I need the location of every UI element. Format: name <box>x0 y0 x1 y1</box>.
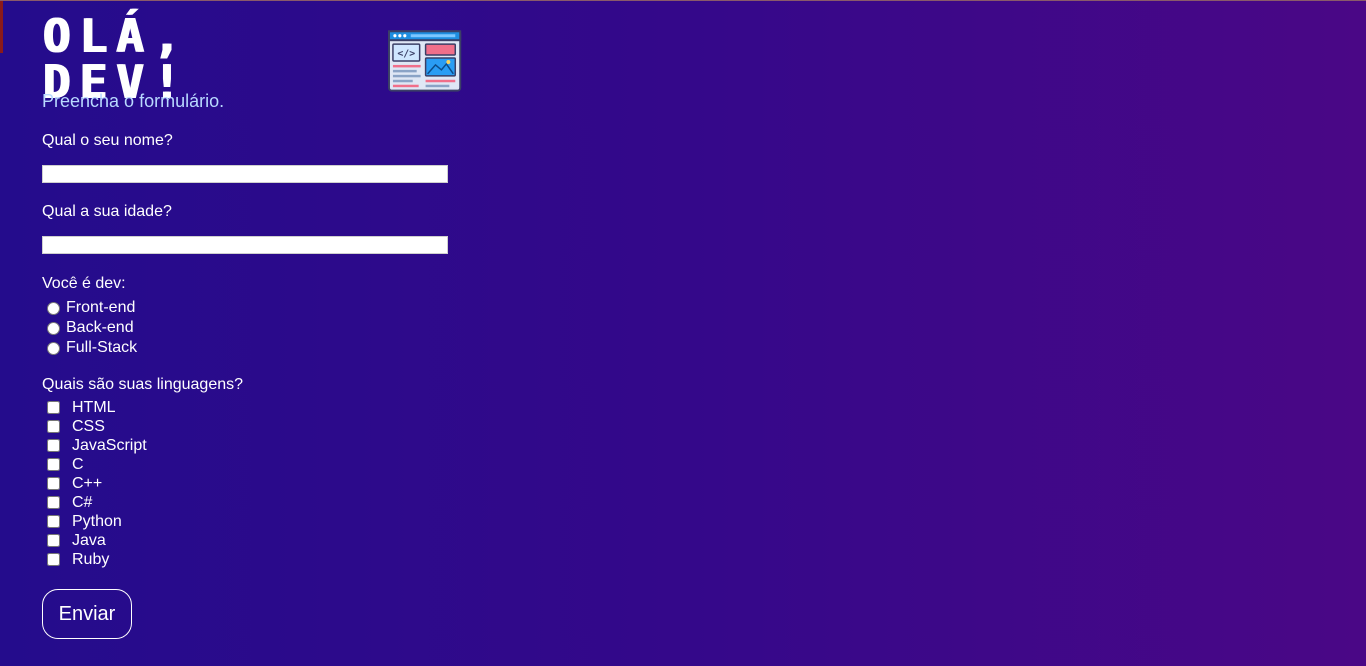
csharp-checkbox[interactable] <box>47 496 60 509</box>
javascript-label: JavaScript <box>72 436 147 454</box>
language-option-csharp[interactable]: C# <box>42 493 462 512</box>
cpp-checkbox[interactable] <box>47 477 60 490</box>
css-label: CSS <box>72 417 105 435</box>
cpp-label: C++ <box>72 474 103 492</box>
header: OLÁ, DEV! </> <box>42 13 462 105</box>
language-option-ruby[interactable]: Ruby <box>42 550 462 569</box>
html-label: HTML <box>72 398 116 416</box>
web-page-code-icon: </> <box>387 30 462 92</box>
c-label: C <box>72 455 84 473</box>
backend-radio[interactable] <box>47 321 60 335</box>
fullstack-radio[interactable] <box>47 341 60 355</box>
svg-text:</>: </> <box>397 49 415 60</box>
dev-type-radio-group: Front-end Back-end Full-Stack <box>42 298 462 358</box>
language-option-python[interactable]: Python <box>42 512 462 531</box>
dev-type-question-label: Você é dev: <box>42 275 126 292</box>
window-edge <box>0 1 3 53</box>
dev-type-option-fullstack[interactable]: Full-Stack <box>42 338 462 358</box>
ruby-label: Ruby <box>72 550 110 568</box>
language-option-javascript[interactable]: JavaScript <box>42 436 462 455</box>
age-question-label: Qual a sua idade? <box>42 203 172 220</box>
c-checkbox[interactable] <box>47 458 60 471</box>
python-label: Python <box>72 512 122 530</box>
language-option-java[interactable]: Java <box>42 531 462 550</box>
languages-checkbox-group: HTML CSS JavaScript C C++ C# Python Java… <box>42 398 462 569</box>
language-option-c[interactable]: C <box>42 455 462 474</box>
dev-type-option-backend[interactable]: Back-end <box>42 318 462 338</box>
languages-question-label: Quais são suas linguagens? <box>42 376 244 393</box>
java-checkbox[interactable] <box>47 534 60 547</box>
ruby-checkbox[interactable] <box>47 553 60 566</box>
fullstack-label: Full-Stack <box>66 339 138 356</box>
java-label: Java <box>72 531 106 549</box>
javascript-checkbox[interactable] <box>47 439 60 452</box>
name-question-label: Qual o seu nome? <box>42 132 173 149</box>
dev-type-option-frontend[interactable]: Front-end <box>42 298 462 318</box>
form-container: OLÁ, DEV! </> Preencha o formulário. Qua… <box>42 13 462 639</box>
frontend-radio[interactable] <box>47 301 60 315</box>
csharp-label: C# <box>72 493 93 511</box>
css-checkbox[interactable] <box>47 420 60 433</box>
backend-label: Back-end <box>66 319 134 336</box>
submit-button[interactable]: Enviar <box>42 589 132 639</box>
name-input[interactable] <box>42 165 448 183</box>
language-option-html[interactable]: HTML <box>42 398 462 417</box>
frontend-label: Front-end <box>66 299 136 316</box>
language-option-css[interactable]: CSS <box>42 417 462 436</box>
python-checkbox[interactable] <box>47 515 60 528</box>
html-checkbox[interactable] <box>47 401 60 414</box>
age-input[interactable] <box>42 236 448 254</box>
language-option-cpp[interactable]: C++ <box>42 474 462 493</box>
